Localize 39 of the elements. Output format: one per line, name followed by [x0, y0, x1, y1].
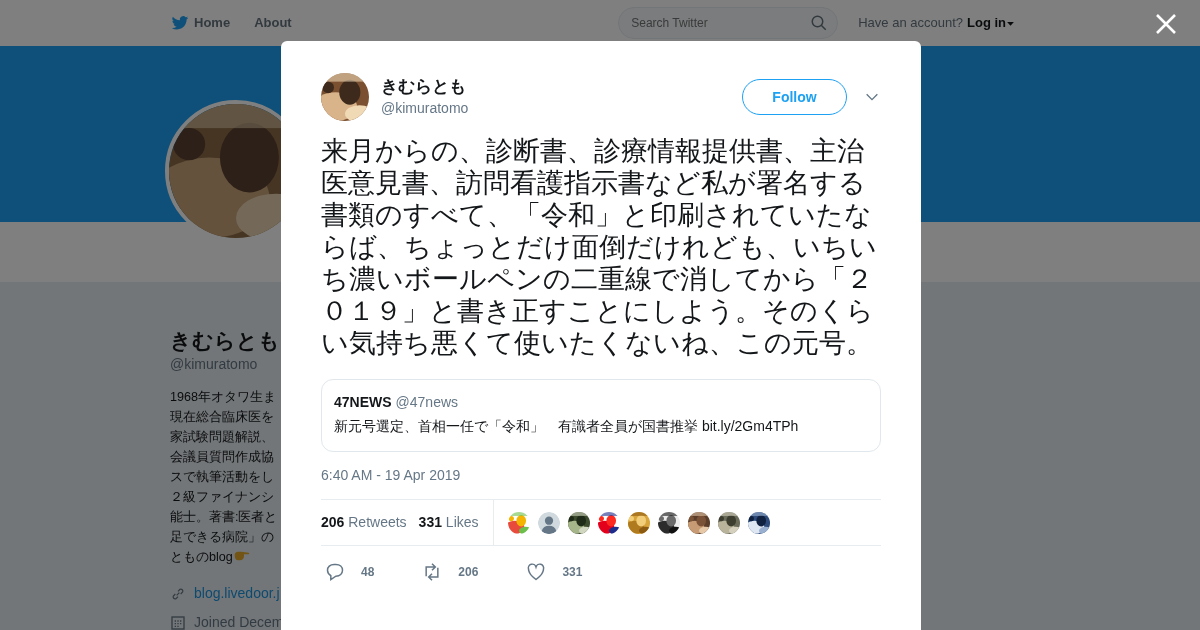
tweet-text: 来月からの、診断書、診療情報提供書、主治医意見書、訪問看護指示書など私が署名する書類のすべて、「令和」と印刷されていたならば、ちょっとだけ面倒だけれども、いちいち濃いボールペンの二重線で消してから「２０１９」と書き正すことにしよう。そのくらい気持ち悪くて使いたくないね、この元号。	[321, 135, 878, 359]
bio-line: 家試験問題解説、	[170, 429, 274, 446]
close-button[interactable]	[1154, 12, 1178, 36]
reply-icon	[325, 562, 345, 582]
bio-line: 能士。著書:医者と	[170, 509, 278, 526]
nav-link[interactable]: About	[254, 13, 292, 33]
avatar-icon[interactable]	[537, 511, 560, 534]
action-button[interactable]: 206	[422, 562, 479, 582]
link-icon	[170, 585, 186, 602]
bio-line: 足できる病院」の	[170, 529, 274, 546]
profile-name: きむらとも	[170, 328, 280, 354]
heart-icon	[526, 562, 547, 582]
quoted-tweet-text: 新元号選定、首相一任で「令和」 有識者全員が国書推挙 bit.ly/2Gm4TPh	[334, 417, 800, 436]
author-name: きむらとも	[381, 75, 467, 98]
bio-line: 現在総合臨床医を	[170, 409, 274, 426]
quoted-tweet-card[interactable]: 47NEWS @47news 新元号選定、首相一任で「令和」 有識者全員が国書推挙 bit.ly/2Gm4TPh	[321, 379, 881, 452]
bio-line: 1968年オタワ生ま	[170, 389, 277, 406]
bio-line: スで執筆活動をし	[170, 469, 274, 486]
tweet-timestamp: 6:40 AM - 19 Apr 2019	[321, 466, 462, 485]
search-icon	[810, 14, 829, 32]
login-link[interactable]: Log in	[967, 13, 1015, 33]
nav-link[interactable]: Home	[170, 13, 231, 33]
bird-icon	[170, 14, 190, 32]
bio-line: 会議員質問作成協	[170, 449, 274, 466]
action-button[interactable]: 331	[526, 562, 583, 582]
profile-handle: @kimuratomo	[170, 355, 258, 374]
search-field[interactable]: Search Twitter	[618, 7, 839, 39]
stat-link[interactable]: 206 Retweets	[321, 512, 407, 533]
bio-line: ２級ファイナンシ	[170, 489, 274, 506]
action-button[interactable]: 48	[325, 562, 375, 582]
stat-link[interactable]: 331 Likes	[414, 512, 479, 533]
calendar-icon	[170, 614, 186, 630]
close-icon	[1154, 12, 1178, 36]
bio-line: とものblog	[170, 549, 233, 566]
author-handle: @kimuratomo	[381, 98, 469, 118]
quoted-author-name: 47NEWS	[334, 393, 392, 412]
follow-button[interactable]: Follow	[742, 79, 847, 115]
quoted-author-handle: @47news	[395, 393, 459, 412]
account-prompt: Have an account?	[858, 14, 963, 33]
